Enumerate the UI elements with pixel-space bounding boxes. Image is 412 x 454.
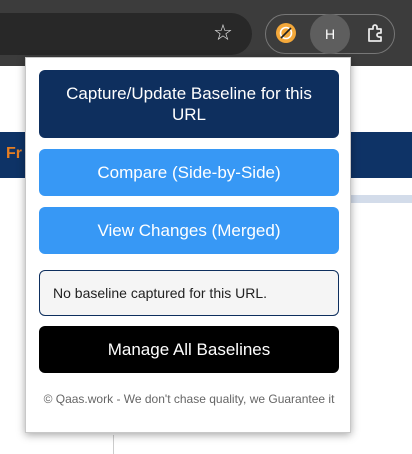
bookmark-star-icon[interactable]: ☆	[211, 22, 235, 46]
manage-baselines-button[interactable]: Manage All Baselines	[39, 326, 339, 373]
compare-button[interactable]: Compare (Side-by-Side)	[39, 149, 339, 196]
view-changes-label: View Changes (Merged)	[97, 221, 281, 240]
page-divider	[113, 435, 114, 454]
capture-baseline-label: Capture/Update Baseline for this URL	[66, 84, 312, 124]
manage-baselines-label: Manage All Baselines	[107, 340, 271, 359]
puzzle-icon[interactable]	[365, 22, 387, 44]
capture-baseline-button[interactable]: Capture/Update Baseline for this URL	[39, 70, 339, 138]
view-changes-button[interactable]: View Changes (Merged)	[39, 207, 339, 254]
compare-label: Compare (Side-by-Side)	[97, 163, 281, 182]
page-strip	[350, 195, 412, 203]
status-message: No baseline captured for this URL.	[39, 270, 339, 316]
footer-text: © Qaas.work - We don't chase quality, we…	[43, 392, 335, 406]
profile-avatar[interactable]: H	[310, 14, 350, 54]
extension-icon[interactable]	[276, 23, 296, 43]
extension-popup: Capture/Update Baseline for this URL Com…	[25, 57, 351, 433]
page-nav-text: Fr	[6, 145, 22, 162]
